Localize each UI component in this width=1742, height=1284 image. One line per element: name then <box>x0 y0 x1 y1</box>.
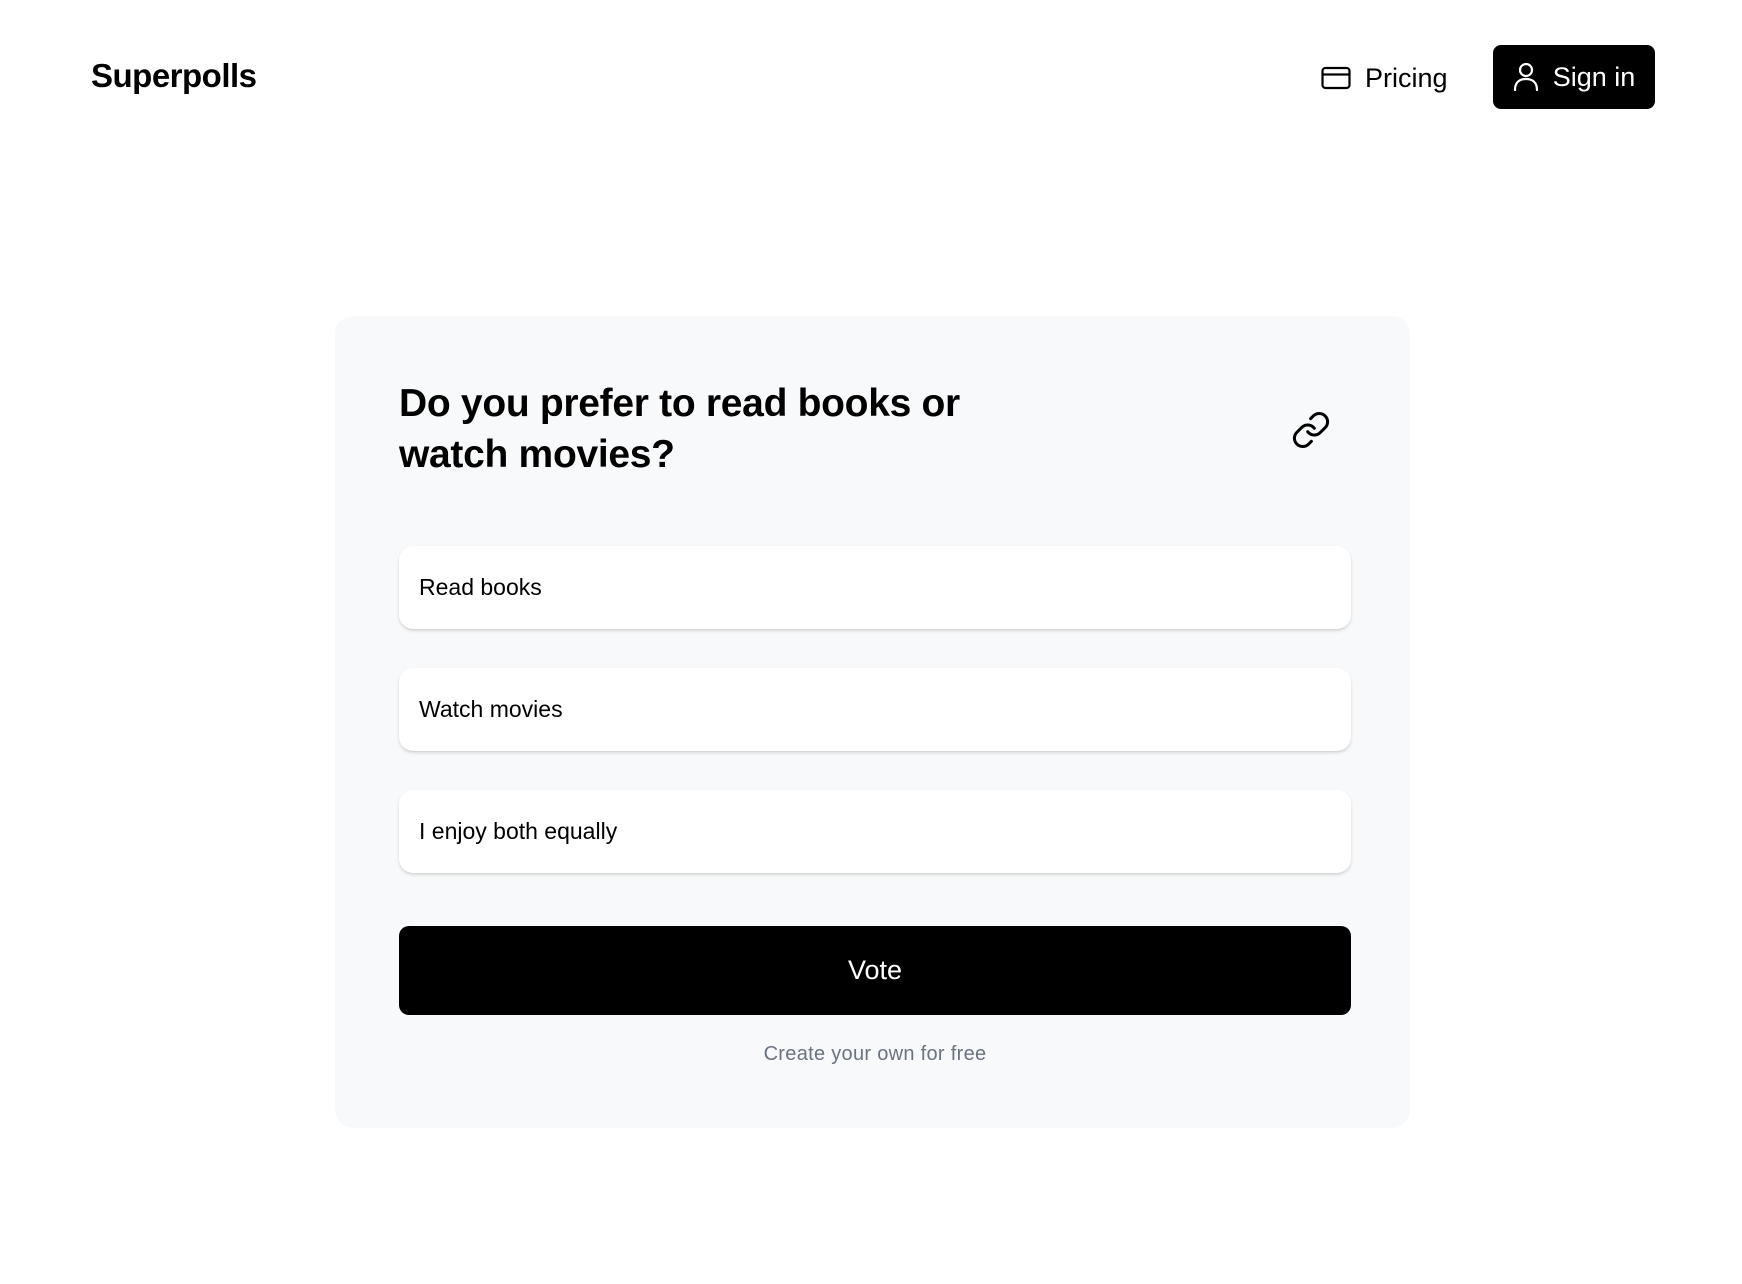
create-poll-link[interactable]: Create your own for free <box>399 1043 1351 1066</box>
copy-link-button[interactable] <box>1287 408 1335 456</box>
brand-logo[interactable]: Superpolls <box>91 56 257 96</box>
poll-option[interactable]: Read books <box>399 546 1351 629</box>
user-icon <box>1513 62 1539 92</box>
poll-option[interactable]: I enjoy both equally <box>399 790 1351 873</box>
poll-option-label: I enjoy both equally <box>419 818 618 844</box>
sign-in-label: Sign in <box>1552 61 1636 92</box>
link-icon <box>1291 410 1331 455</box>
poll-option-label: Read books <box>419 574 542 600</box>
pricing-link[interactable]: Pricing <box>1321 58 1448 98</box>
vote-button[interactable]: Vote <box>399 926 1351 1015</box>
site-header: Superpolls Pricing Sign in <box>0 0 1742 156</box>
poll-option-label: Watch movies <box>419 696 563 722</box>
credit-card-icon <box>1321 66 1351 90</box>
poll-option[interactable]: Watch movies <box>399 668 1351 751</box>
pricing-label: Pricing <box>1365 62 1448 93</box>
sign-in-button[interactable]: Sign in <box>1493 45 1655 109</box>
poll-question: Do you prefer to read books or watch mov… <box>399 382 960 476</box>
poll-card: Do you prefer to read books or watch mov… <box>335 316 1410 1128</box>
